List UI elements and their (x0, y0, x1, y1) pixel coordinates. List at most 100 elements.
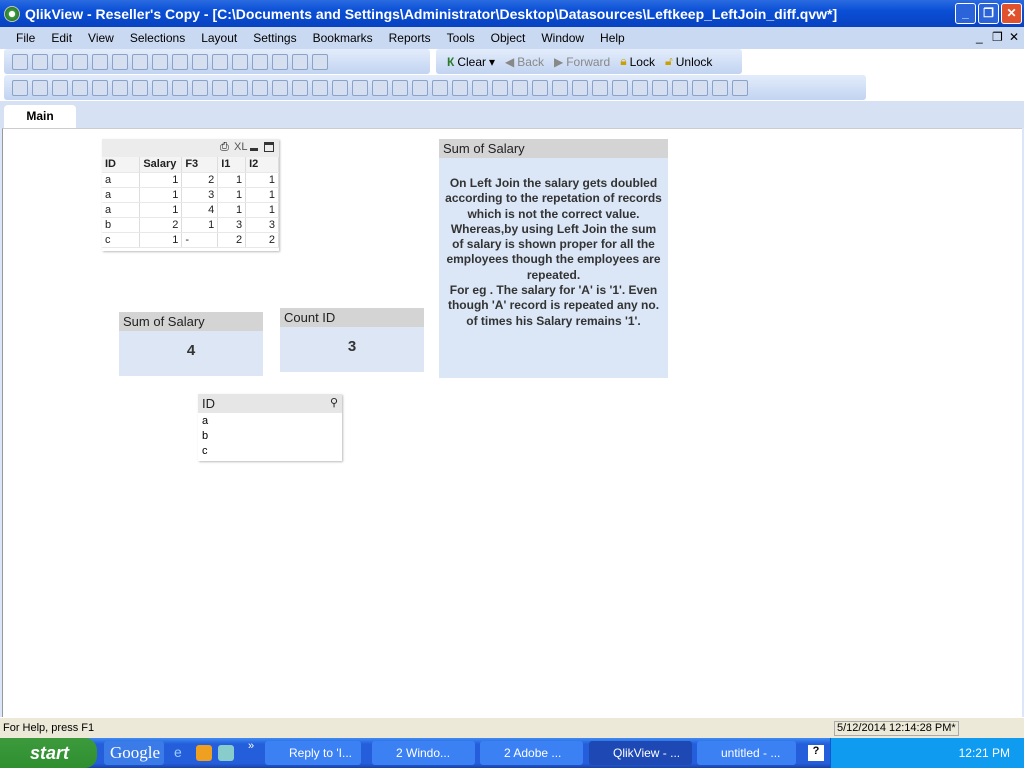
listbox-item[interactable]: b (198, 429, 342, 444)
table-cell[interactable]: 1 (217, 202, 247, 218)
tab-main[interactable]: Main (4, 105, 76, 128)
statistics-icon[interactable] (112, 79, 128, 96)
undo-icon[interactable] (152, 53, 168, 70)
align-left-icon[interactable] (452, 79, 468, 96)
maximize-icon[interactable] (264, 142, 274, 152)
properties-icon[interactable] (672, 79, 688, 96)
reload-data-icon[interactable] (132, 53, 148, 70)
table-cell[interactable]: 1 (245, 202, 279, 218)
menu-tools[interactable]: Tools (439, 31, 483, 45)
current-selections-icon[interactable] (212, 79, 228, 96)
table-box[interactable]: ⎙ XL ID Salary F3 I1 I2 a 1 2 1 1 a 1 3 1 1 a 1 4 1 1 b 2 1 3 3 c… (102, 139, 279, 251)
restore-window-button[interactable]: ❐ (978, 3, 999, 24)
save-icon[interactable] (72, 53, 88, 70)
new-icon[interactable] (12, 53, 28, 70)
menu-file[interactable]: File (8, 31, 43, 45)
forward-button[interactable]: ▶ Forward (551, 55, 613, 69)
column-header[interactable]: I1 (217, 157, 247, 173)
google-toolbar[interactable]: Google (104, 741, 164, 765)
table-cell[interactable]: a (102, 187, 141, 203)
table-cell[interactable]: 1 (217, 187, 247, 203)
help-icon[interactable] (292, 53, 308, 70)
id-listbox[interactable]: ID ⚲ abc (198, 394, 342, 461)
menu-view[interactable]: View (80, 31, 122, 45)
bookmark-object-icon[interactable] (312, 79, 328, 96)
menu-bookmarks[interactable]: Bookmarks (305, 31, 381, 45)
table-cell[interactable]: 1 (245, 172, 279, 188)
context-help-icon[interactable] (312, 53, 328, 70)
open-icon[interactable] (32, 53, 48, 70)
table-cell[interactable]: 4 (181, 202, 219, 218)
chart-icon[interactable] (172, 79, 188, 96)
text-object-icon[interactable] (252, 79, 268, 96)
input-box-icon[interactable] (192, 79, 208, 96)
more-icon[interactable]: » (248, 740, 254, 752)
table-cell[interactable]: 2 (245, 232, 279, 248)
menu-help[interactable]: Help (592, 31, 633, 45)
menu-layout[interactable]: Layout (193, 31, 245, 45)
lock-button[interactable]: 🔒︎ Lock (617, 54, 658, 69)
search-object-icon[interactable] (332, 79, 348, 96)
table-cell[interactable]: a (102, 172, 141, 188)
menu-reports[interactable]: Reports (381, 31, 439, 45)
help-tray-icon[interactable]: ? (808, 745, 824, 761)
container-icon[interactable] (352, 79, 368, 96)
clear-button[interactable]: К Clear ▾ (444, 55, 498, 69)
start-button[interactable]: start (0, 738, 97, 768)
sheet-props-icon[interactable] (72, 79, 88, 96)
space-icon[interactable] (612, 79, 628, 96)
user-icon[interactable] (652, 79, 668, 96)
menu-selections[interactable]: Selections (122, 31, 193, 45)
align-bottom-icon[interactable] (512, 79, 528, 96)
taskbar-button[interactable]: Reply to 'I... (265, 741, 361, 765)
check-icon[interactable] (212, 53, 228, 70)
align-middle-icon[interactable] (592, 79, 608, 96)
minimize-icon[interactable] (250, 148, 258, 151)
column-header[interactable]: Salary (139, 157, 183, 173)
chart-wizard-icon[interactable] (392, 79, 408, 96)
edit2-icon[interactable] (692, 79, 708, 96)
table-cell[interactable]: 2 (181, 172, 219, 188)
count-id-object[interactable]: Count ID 3 (280, 308, 424, 372)
search-icon[interactable] (192, 53, 208, 70)
column-header[interactable]: F3 (181, 157, 219, 173)
menu-window[interactable]: Window (533, 31, 592, 45)
quicklaunch-icon[interactable] (196, 745, 212, 761)
table-box-icon[interactable] (132, 79, 148, 96)
taskbar-button[interactable]: 2 Windo... (372, 741, 475, 765)
print-icon[interactable] (92, 53, 108, 70)
button-icon[interactable] (232, 79, 248, 96)
mdi-restore-button[interactable]: ❐ (992, 30, 1003, 44)
reload-icon[interactable] (52, 53, 68, 70)
taskbar-button[interactable]: QlikView - ... (589, 741, 692, 765)
table-cell[interactable]: b (102, 217, 141, 233)
listbox-item[interactable]: a (198, 414, 342, 429)
search-icon[interactable]: ⚲ (330, 394, 338, 413)
share-icon[interactable] (712, 79, 728, 96)
table-cell[interactable]: 3 (217, 217, 247, 233)
taskbar-button[interactable]: untitled - ... (697, 741, 796, 765)
table-cell[interactable]: c (102, 232, 141, 248)
align-top-icon[interactable] (572, 79, 588, 96)
table-cell[interactable]: 1 (139, 172, 183, 188)
table-cell[interactable]: 3 (181, 187, 219, 203)
listbox-icon[interactable] (92, 79, 108, 96)
line-arrow-icon[interactable] (272, 79, 288, 96)
grid-icon[interactable] (432, 79, 448, 96)
doc-icon[interactable] (732, 79, 748, 96)
redo-icon[interactable] (172, 53, 188, 70)
table-cell[interactable]: 3 (245, 217, 279, 233)
taskbar-button[interactable]: 2 Adobe ... (480, 741, 583, 765)
table-cell[interactable]: 1 (139, 187, 183, 203)
unlock-button[interactable]: 🔓︎ Unlock (662, 54, 715, 69)
column-header[interactable]: I2 (245, 157, 279, 173)
table-cell[interactable]: 1 (139, 202, 183, 218)
text-object[interactable]: Sum of Salary On Left Join the salary ge… (439, 139, 668, 378)
menu-object[interactable]: Object (483, 31, 534, 45)
prev-sheet-icon[interactable] (32, 79, 48, 96)
menu-edit[interactable]: Edit (43, 31, 80, 45)
print-icon[interactable]: ⎙ (220, 141, 229, 154)
next-sheet-icon[interactable] (52, 79, 68, 96)
close-window-button[interactable]: ✕ (1001, 3, 1022, 24)
table-cell[interactable]: a (102, 202, 141, 218)
